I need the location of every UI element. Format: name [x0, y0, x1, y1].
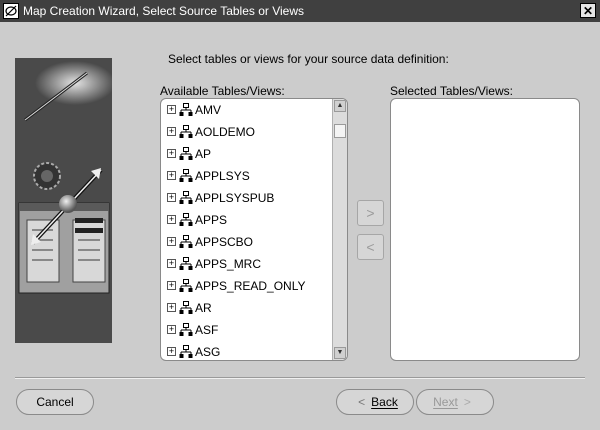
- footer-divider: [15, 377, 585, 379]
- chevron-right-icon: >: [463, 395, 471, 409]
- scroll-thumb[interactable]: [334, 124, 346, 139]
- tree-connector: +: [165, 341, 179, 360]
- list-item[interactable]: + APPS_READ_ONLY: [161, 275, 331, 297]
- schema-icon: [179, 191, 193, 205]
- available-list-scrollbar[interactable]: ▲ ▼: [332, 99, 347, 360]
- selected-tables-label: Selected Tables/Views:: [390, 84, 513, 98]
- schema-icon: [179, 147, 193, 161]
- expand-plus-icon[interactable]: +: [167, 193, 176, 202]
- expand-plus-icon[interactable]: +: [167, 281, 176, 290]
- tree-connector: +: [165, 209, 179, 231]
- schema-icon: [179, 235, 193, 249]
- schema-icon: [179, 257, 193, 271]
- scroll-up-arrow-icon[interactable]: ▲: [334, 100, 346, 112]
- list-item-label: APPSCBO: [195, 235, 254, 249]
- expand-plus-icon[interactable]: +: [167, 259, 176, 268]
- tree-connector: +: [165, 143, 179, 165]
- list-item-label: APPLSYS: [195, 169, 250, 183]
- expand-plus-icon[interactable]: +: [167, 325, 176, 334]
- list-item[interactable]: + APPSCBO: [161, 231, 331, 253]
- list-item[interactable]: + AMV: [161, 99, 331, 121]
- app-icon: [3, 3, 19, 19]
- tree-connector: +: [165, 253, 179, 275]
- available-tables-list[interactable]: + AMV + AOLDEMO + AP + APPLSYS + APPLSYSPUB + APPS +…: [160, 98, 348, 361]
- list-item-label: APPS: [195, 213, 228, 227]
- tree-connector: +: [165, 297, 179, 319]
- expand-plus-icon[interactable]: +: [167, 347, 176, 356]
- list-item-label: ASF: [195, 323, 219, 337]
- list-item[interactable]: + ASF: [161, 319, 331, 341]
- tree-connector: +: [165, 187, 179, 209]
- list-item-label: AOLDEMO: [195, 125, 256, 139]
- list-item-label: AP: [195, 147, 212, 161]
- expand-plus-icon[interactable]: +: [167, 237, 176, 246]
- title-bar: Map Creation Wizard, Select Source Table…: [0, 0, 600, 22]
- expand-plus-icon[interactable]: +: [167, 215, 176, 224]
- list-item-label: APPS_READ_ONLY: [195, 279, 306, 293]
- tree-connector: +: [165, 121, 179, 143]
- list-item[interactable]: + APPLSYS: [161, 165, 331, 187]
- chevron-left-icon: <: [366, 239, 375, 255]
- selected-tables-list[interactable]: [390, 98, 580, 361]
- tree-connector: +: [165, 231, 179, 253]
- list-item[interactable]: + APPLSYSPUB: [161, 187, 331, 209]
- chevron-right-icon: >: [366, 205, 375, 221]
- cancel-button[interactable]: Cancel: [16, 389, 94, 415]
- available-items-container: + AMV + AOLDEMO + AP + APPLSYS + APPLSYSPUB + APPS +…: [161, 99, 331, 360]
- next-button-label: Next: [433, 395, 458, 409]
- list-item-label: ASG: [195, 345, 221, 359]
- list-item-label: APPLSYSPUB: [195, 191, 275, 205]
- cancel-button-label: Cancel: [36, 395, 74, 409]
- schema-icon: [179, 103, 193, 117]
- list-item-label: AMV: [195, 103, 222, 117]
- remove-selected-button[interactable]: <: [357, 234, 384, 260]
- add-selected-button[interactable]: >: [357, 200, 384, 226]
- schema-icon: [179, 301, 193, 315]
- tree-connector: +: [165, 165, 179, 187]
- list-item[interactable]: + APPS_MRC: [161, 253, 331, 275]
- back-button-label: Back: [371, 395, 398, 409]
- list-item-label: AR: [195, 301, 212, 315]
- expand-plus-icon[interactable]: +: [167, 171, 176, 180]
- expand-plus-icon[interactable]: +: [167, 303, 176, 312]
- expand-plus-icon[interactable]: +: [167, 149, 176, 158]
- schema-icon: [179, 125, 193, 139]
- close-button[interactable]: ✕: [580, 3, 596, 18]
- list-item[interactable]: + APPS: [161, 209, 331, 231]
- list-item[interactable]: + ASG: [161, 341, 331, 360]
- available-tables-label: Available Tables/Views:: [160, 84, 285, 98]
- wizard-illustration: [15, 58, 112, 343]
- schema-icon: [179, 169, 193, 183]
- scroll-down-arrow-icon[interactable]: ▼: [334, 347, 346, 359]
- instruction-text: Select tables or views for your source d…: [168, 52, 449, 66]
- list-item-label: APPS_MRC: [195, 257, 262, 271]
- schema-icon: [179, 213, 193, 227]
- schema-icon: [179, 279, 193, 293]
- tree-connector: +: [165, 319, 179, 341]
- next-button[interactable]: Next >: [416, 389, 494, 415]
- tree-connector: +: [165, 275, 179, 297]
- expand-plus-icon[interactable]: +: [167, 105, 176, 114]
- schema-icon: [179, 345, 193, 359]
- expand-plus-icon[interactable]: +: [167, 127, 176, 136]
- list-item[interactable]: + AR: [161, 297, 331, 319]
- back-button[interactable]: < Back: [336, 389, 414, 415]
- list-item[interactable]: + AP: [161, 143, 331, 165]
- window-title: Map Creation Wizard, Select Source Table…: [23, 4, 305, 18]
- chevron-left-icon: <: [358, 395, 366, 409]
- list-item[interactable]: + AOLDEMO: [161, 121, 331, 143]
- schema-icon: [179, 323, 193, 337]
- tree-connector: +: [165, 99, 179, 121]
